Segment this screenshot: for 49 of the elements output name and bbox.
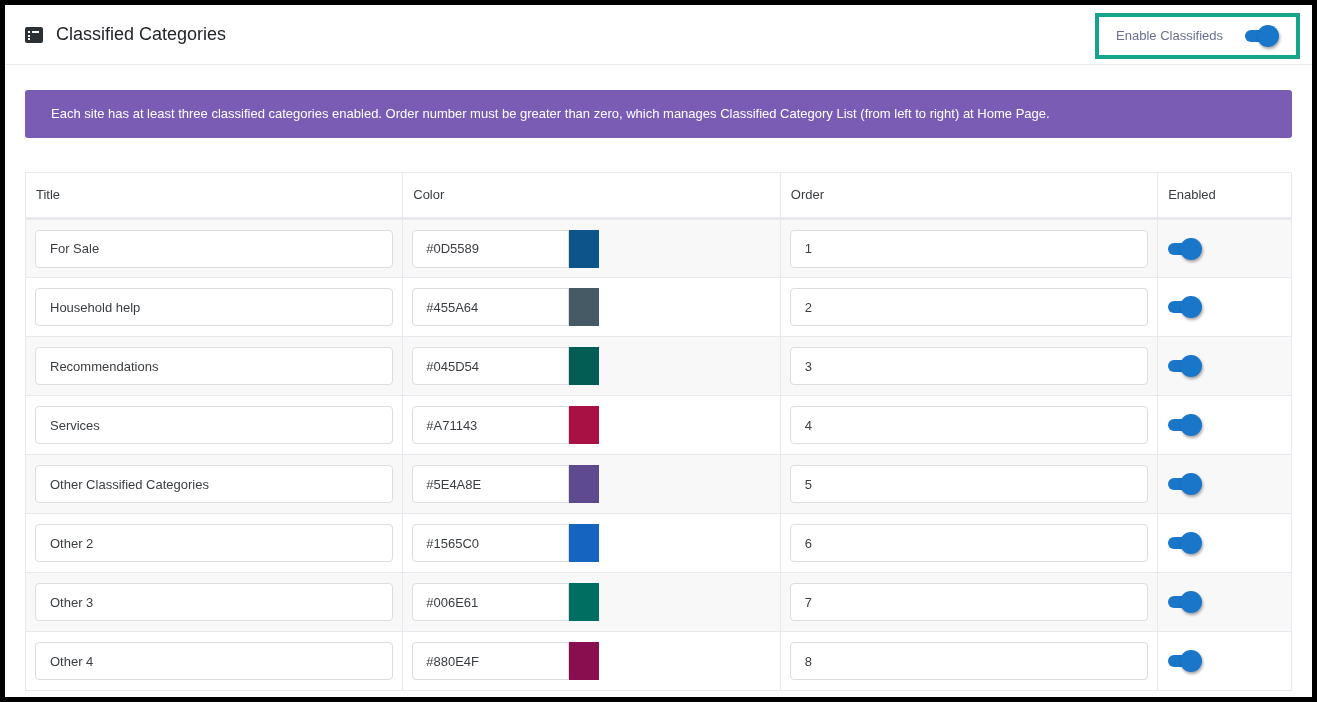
order-input[interactable]: 4 xyxy=(789,406,1149,444)
toggle-switch[interactable] xyxy=(1168,295,1203,319)
list-icon xyxy=(25,26,43,43)
toggle-switch[interactable] xyxy=(1168,531,1203,555)
title-input[interactable]: Household help xyxy=(35,288,394,326)
color-swatch[interactable] xyxy=(569,465,600,503)
order-input[interactable]: 7 xyxy=(789,583,1149,621)
order-input[interactable]: 5 xyxy=(789,465,1149,503)
column-header: Enabled xyxy=(1157,172,1292,219)
color-input[interactable]: #006E61 xyxy=(412,583,570,621)
color-swatch[interactable] xyxy=(569,583,600,621)
column-header: Title xyxy=(25,172,403,219)
color-swatch[interactable] xyxy=(569,406,600,444)
color-swatch[interactable] xyxy=(569,229,600,268)
toggle-switch[interactable] xyxy=(1168,236,1203,261)
color-input[interactable]: #5E4A8E xyxy=(412,465,570,503)
color-swatch[interactable] xyxy=(569,347,600,385)
color-swatch[interactable] xyxy=(569,642,600,680)
title-input[interactable]: Services xyxy=(35,406,394,444)
color-input[interactable]: #0D5589 xyxy=(412,229,570,268)
toggle-switch[interactable] xyxy=(1245,23,1279,48)
color-swatch[interactable] xyxy=(569,288,600,326)
page-title: Classified Categories xyxy=(56,23,227,46)
color-input[interactable]: #1565C0 xyxy=(412,524,570,562)
color-input[interactable]: #880E4F xyxy=(412,642,570,680)
title-input[interactable]: Recommendations xyxy=(35,347,394,385)
title-input[interactable]: Other Classified Categories xyxy=(35,465,394,503)
title-input[interactable]: Other 3 xyxy=(35,583,394,621)
order-input[interactable]: 2 xyxy=(789,288,1149,326)
order-input[interactable]: 6 xyxy=(789,524,1149,562)
toggle-switch[interactable] xyxy=(1168,590,1203,614)
title-input[interactable]: Other 2 xyxy=(35,524,394,562)
order-input[interactable]: 8 xyxy=(789,642,1149,680)
color-swatch[interactable] xyxy=(569,524,600,562)
color-input[interactable]: #A71143 xyxy=(412,406,570,444)
order-input[interactable]: 1 xyxy=(789,229,1149,268)
color-input[interactable]: #045D54 xyxy=(412,347,570,385)
toggle-switch[interactable] xyxy=(1168,649,1203,673)
column-header: Order xyxy=(780,172,1158,219)
toggle-switch[interactable] xyxy=(1168,472,1203,496)
order-input[interactable]: 3 xyxy=(789,347,1149,385)
color-input[interactable]: #455A64 xyxy=(412,288,570,326)
title-input[interactable]: Other 4 xyxy=(35,642,394,680)
toggle-switch[interactable] xyxy=(1168,354,1203,378)
info-banner: Each site has at least three classified categories enabled. Order number must be greater than zero, which manages Classified Category List (from left to right) at Home Page. xyxy=(25,90,1292,138)
toggle-label: Enable Classifieds xyxy=(1116,26,1223,45)
title-input[interactable]: For Sale xyxy=(35,229,394,268)
toggle-switch[interactable] xyxy=(1168,413,1203,437)
column-header: Color xyxy=(402,172,781,219)
